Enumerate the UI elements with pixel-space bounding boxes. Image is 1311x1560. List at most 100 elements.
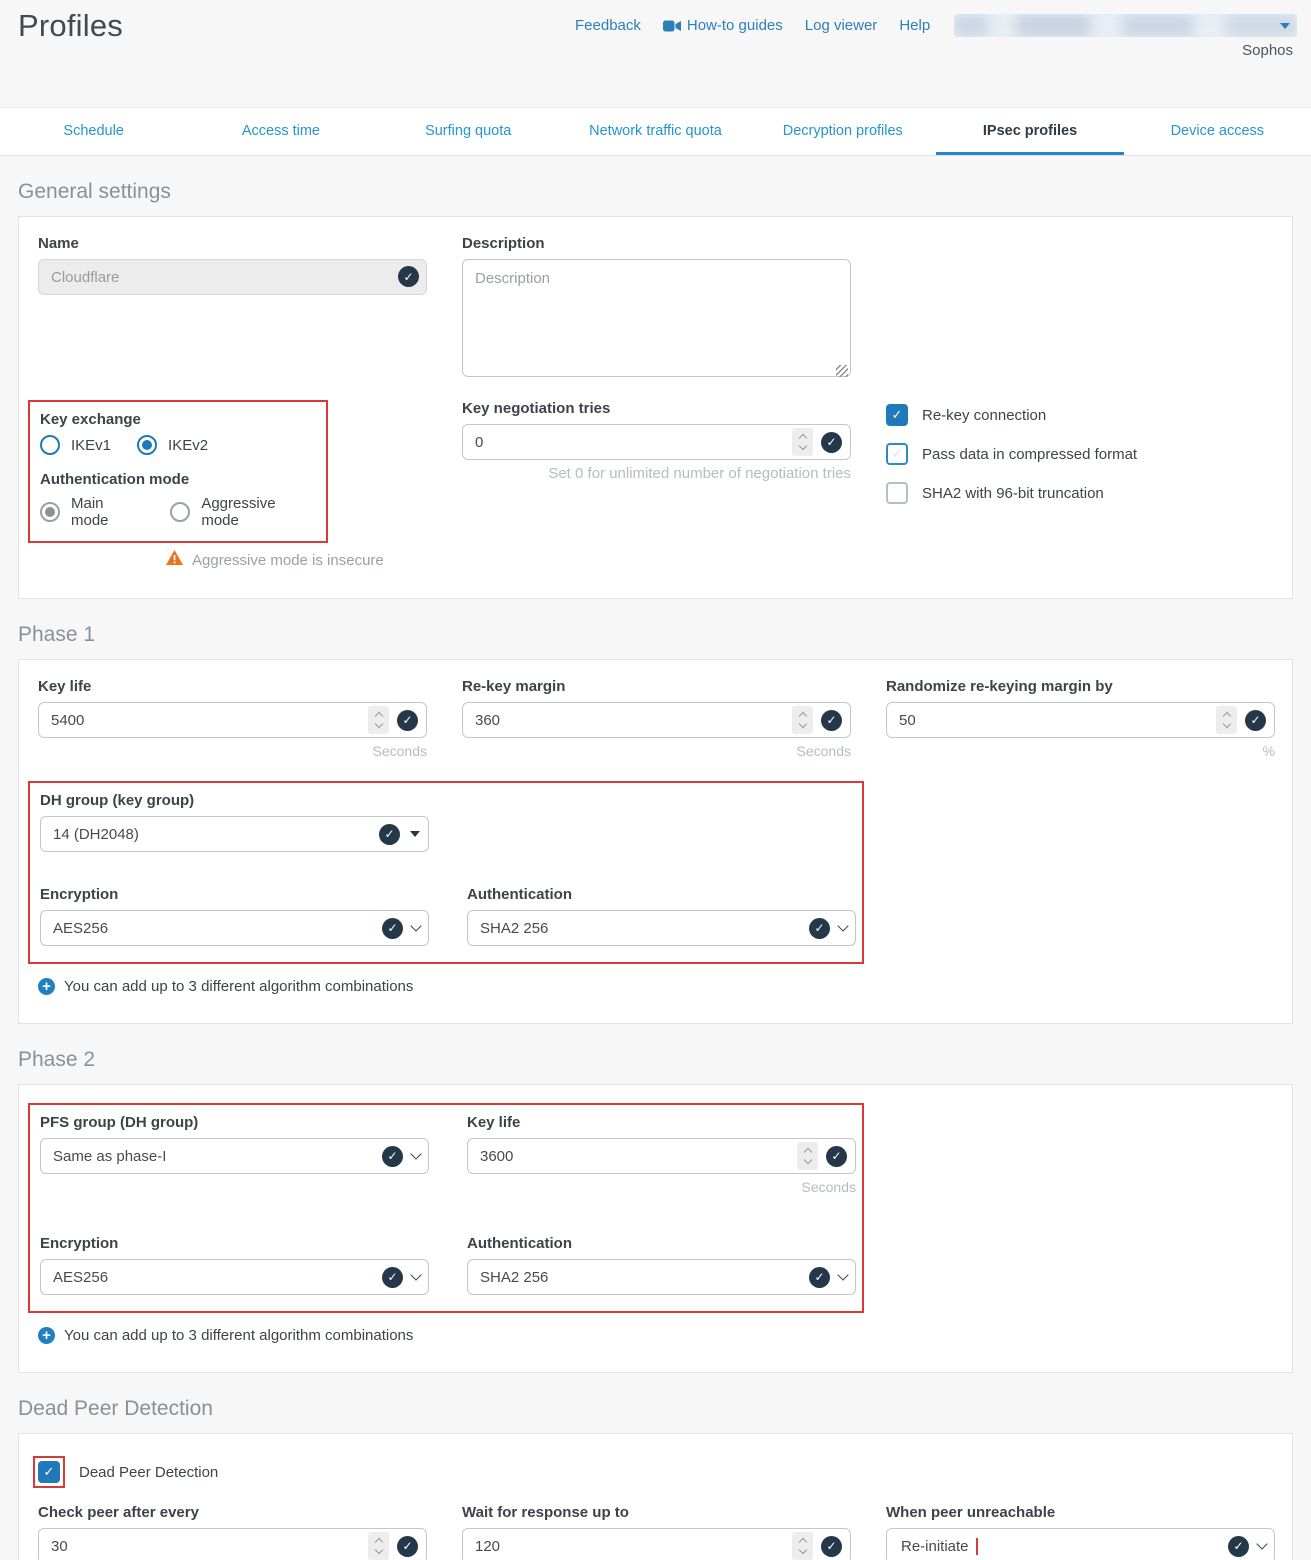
radio-icon <box>170 502 190 522</box>
chevron-down-icon <box>410 831 420 837</box>
valid-check-icon: ✓ <box>809 1267 830 1288</box>
tab-access-time[interactable]: Access time <box>187 108 374 155</box>
when-unreachable-select[interactable]: Re-initiate ✓ <box>886 1528 1275 1560</box>
plus-circle-icon[interactable]: + <box>38 978 55 995</box>
redacted-account-text <box>954 14 1297 37</box>
dpd-toggle-row: ✓ Dead Peer Detection <box>38 1456 1273 1488</box>
tab-surfing-quota[interactable]: Surfing quota <box>375 108 562 155</box>
chevron-down-icon <box>1280 23 1290 29</box>
tab-network-traffic-quota[interactable]: Network traffic quota <box>562 108 749 155</box>
radio-main-mode[interactable]: Main mode <box>40 495 144 529</box>
rekey-margin-field: Re-key margin 360 ✓ Seconds <box>462 678 851 759</box>
sha2-truncation-checkbox[interactable] <box>886 482 908 504</box>
phase1-authentication-select[interactable]: SHA2 256 ✓ <box>467 910 856 946</box>
phase1-key-life-input[interactable]: 5400 ✓ <box>38 702 427 738</box>
description-input[interactable] <box>462 259 851 377</box>
radio-icon <box>40 435 60 455</box>
check-peer-input[interactable]: 30 ✓ <box>38 1528 427 1560</box>
valid-check-icon: ✓ <box>821 432 842 453</box>
radio-ikev2[interactable]: IKEv2 <box>137 435 208 455</box>
phase2-key-life-input[interactable]: 3600 ✓ <box>467 1138 856 1174</box>
phase1-authentication-field: Authentication SHA2 256 ✓ <box>467 886 856 946</box>
tab-device-access[interactable]: Device access <box>1124 108 1311 155</box>
phase2-add-combination[interactable]: + You can add up to 3 different algorith… <box>38 1327 1273 1344</box>
general-settings-panel: Name Cloudflare ✓ Description Key exchan… <box>18 216 1293 599</box>
tab-ipsec-profiles[interactable]: IPsec profiles <box>936 108 1123 155</box>
page-title: Profiles <box>18 8 123 44</box>
wait-response-input[interactable]: 120 ✓ <box>462 1528 851 1560</box>
compressed-format-checkbox[interactable]: ✓ <box>886 443 908 465</box>
valid-check-icon: ✓ <box>398 266 419 287</box>
account-selector[interactable] <box>954 14 1297 37</box>
wait-response-field: Wait for response up to 120 ✓ Seconds <box>462 1504 851 1560</box>
description-label: Description <box>462 235 851 252</box>
check-peer-field: Check peer after every 30 ✓ Seconds <box>38 1504 427 1560</box>
dpd-checkbox[interactable]: ✓ <box>38 1461 60 1483</box>
radio-selected-icon <box>40 502 60 522</box>
number-stepper[interactable] <box>792 1532 813 1560</box>
page-header: Profiles Feedback How-to guides Log view… <box>0 0 1311 107</box>
resize-handle-icon[interactable] <box>836 365 848 377</box>
randomize-margin-input[interactable]: 50 ✓ <box>886 702 1275 738</box>
valid-check-icon: ✓ <box>821 710 842 731</box>
pfs-group-select[interactable]: Same as phase-I ✓ <box>40 1138 429 1174</box>
phase2-encryption-select[interactable]: AES256 ✓ <box>40 1259 429 1295</box>
highlight-box-reinitiate: Re-initiate <box>899 1538 978 1555</box>
phase1-encryption-select[interactable]: AES256 ✓ <box>40 910 429 946</box>
key-negotiation-help: Set 0 for unlimited number of negotiatio… <box>462 465 851 482</box>
valid-check-icon: ✓ <box>826 1146 847 1167</box>
dpd-panel: ✓ Dead Peer Detection Check peer after e… <box>18 1433 1293 1560</box>
phase2-key-life-field: Key life 3600 ✓ Seconds <box>467 1114 856 1195</box>
number-stepper[interactable] <box>368 706 389 734</box>
radio-aggressive-mode[interactable]: Aggressive mode <box>170 495 316 529</box>
number-stepper[interactable] <box>792 706 813 734</box>
valid-check-icon: ✓ <box>382 1146 403 1167</box>
chevron-down-icon <box>410 1269 421 1280</box>
valid-check-icon: ✓ <box>397 710 418 731</box>
rekey-connection-checkbox[interactable]: ✓ <box>886 404 908 426</box>
brand-label: Sophos <box>1242 42 1293 59</box>
log-viewer-link[interactable]: Log viewer <box>805 17 878 34</box>
sha2-truncation-row: SHA2 with 96-bit truncation <box>886 482 1275 504</box>
chevron-down-icon <box>410 920 421 931</box>
key-negotiation-input[interactable]: 0 ✓ <box>462 424 851 460</box>
number-stepper[interactable] <box>368 1532 389 1560</box>
number-stepper[interactable] <box>792 428 813 456</box>
number-stepper[interactable] <box>1216 706 1237 734</box>
tab-schedule[interactable]: Schedule <box>0 108 187 155</box>
when-unreachable-field: When peer unreachable Re-initiate ✓ <box>886 1504 1275 1560</box>
phase1-encryption-field: Encryption AES256 ✓ <box>40 886 429 946</box>
dh-group-field: DH group (key group) 14 (DH2048) ✓ <box>40 792 429 852</box>
plus-circle-icon[interactable]: + <box>38 1327 55 1344</box>
radio-ikev1[interactable]: IKEv1 <box>40 435 111 455</box>
name-field: Name Cloudflare ✓ <box>38 235 427 295</box>
name-input[interactable]: Cloudflare <box>38 259 427 295</box>
valid-check-icon: ✓ <box>1228 1536 1249 1557</box>
key-negotiation-label: Key negotiation tries <box>462 400 851 417</box>
name-label: Name <box>38 235 427 252</box>
valid-check-icon: ✓ <box>397 1536 418 1557</box>
general-settings-heading: General settings <box>18 180 1293 204</box>
rekey-margin-input[interactable]: 360 ✓ <box>462 702 851 738</box>
video-camera-icon <box>663 20 681 32</box>
valid-check-icon: ✓ <box>382 1267 403 1288</box>
howto-guides-link[interactable]: How-to guides <box>663 17 783 34</box>
help-link[interactable]: Help <box>899 17 930 34</box>
number-stepper[interactable] <box>797 1142 818 1170</box>
phase1-add-combination[interactable]: + You can add up to 3 different algorith… <box>38 978 1273 995</box>
chevron-down-icon <box>1256 1538 1267 1549</box>
highlight-box-key-exchange: Key exchange IKEv1 IKEv2 Authentication … <box>28 400 328 543</box>
aggressive-mode-warning: Aggressive mode is insecure <box>192 552 384 569</box>
highlight-box-phase2-algorithms: PFS group (DH group) Same as phase-I ✓ K… <box>28 1103 864 1313</box>
tab-decryption-profiles[interactable]: Decryption profiles <box>749 108 936 155</box>
key-negotiation-field: Key negotiation tries 0 ✓ Set 0 for unli… <box>462 400 851 482</box>
phase2-panel: PFS group (DH group) Same as phase-I ✓ K… <box>18 1084 1293 1373</box>
dh-group-select[interactable]: 14 (DH2048) ✓ <box>40 816 429 852</box>
phase2-heading: Phase 2 <box>18 1048 1293 1072</box>
tab-bar: Schedule Access time Surfing quota Netwo… <box>0 107 1311 156</box>
feedback-link[interactable]: Feedback <box>575 17 641 34</box>
phase1-key-life-field: Key life 5400 ✓ Seconds <box>38 678 427 759</box>
compressed-format-row: ✓ Pass data in compressed format <box>886 443 1275 465</box>
phase2-authentication-select[interactable]: SHA2 256 ✓ <box>467 1259 856 1295</box>
rekey-connection-row: ✓ Re-key connection <box>886 404 1275 426</box>
